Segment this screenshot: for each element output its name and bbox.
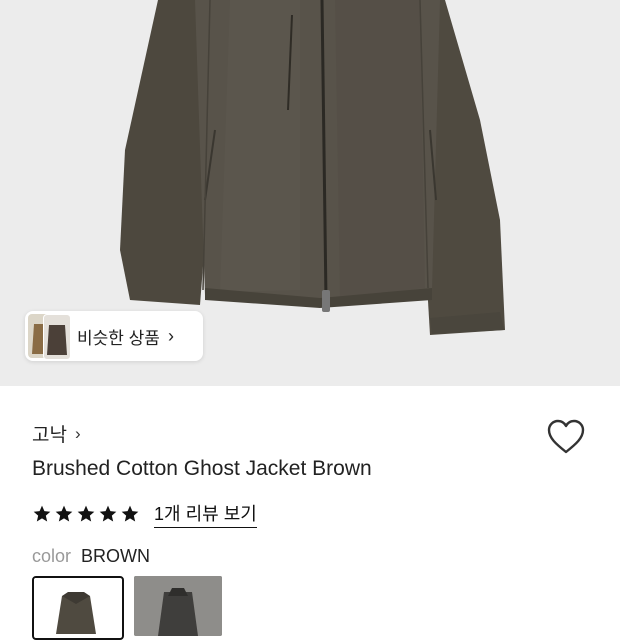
similar-thumbnails — [25, 311, 75, 361]
heart-icon[interactable] — [546, 418, 586, 456]
star-icon — [77, 505, 95, 522]
star-rating — [32, 504, 140, 524]
color-swatch-brown[interactable] — [32, 576, 124, 640]
similar-thumb-2 — [43, 314, 71, 360]
brand-name: 고낙 — [32, 425, 67, 446]
color-swatch-grey[interactable] — [134, 576, 222, 636]
rating-row: 1개 리뷰 보기 — [32, 500, 257, 528]
star-icon — [99, 505, 117, 522]
product-title: Brushed Cotton Ghost Jacket Brown — [32, 457, 372, 480]
similar-products-button[interactable]: 비슷한 상품 › — [25, 311, 203, 361]
chevron-right-icon: › — [167, 325, 174, 346]
color-label: color — [32, 546, 72, 566]
brand-link[interactable]: 고낙 › — [32, 420, 81, 447]
color-value: BROWN — [81, 546, 151, 566]
chevron-right-icon: › — [74, 423, 81, 443]
star-icon — [121, 505, 139, 522]
color-row: color BROWN — [32, 546, 150, 567]
review-link[interactable]: 1개 리뷰 보기 — [154, 500, 257, 528]
similar-products-label: 비슷한 상품 — [77, 328, 160, 348]
star-icon — [55, 505, 73, 522]
star-icon — [33, 505, 51, 522]
